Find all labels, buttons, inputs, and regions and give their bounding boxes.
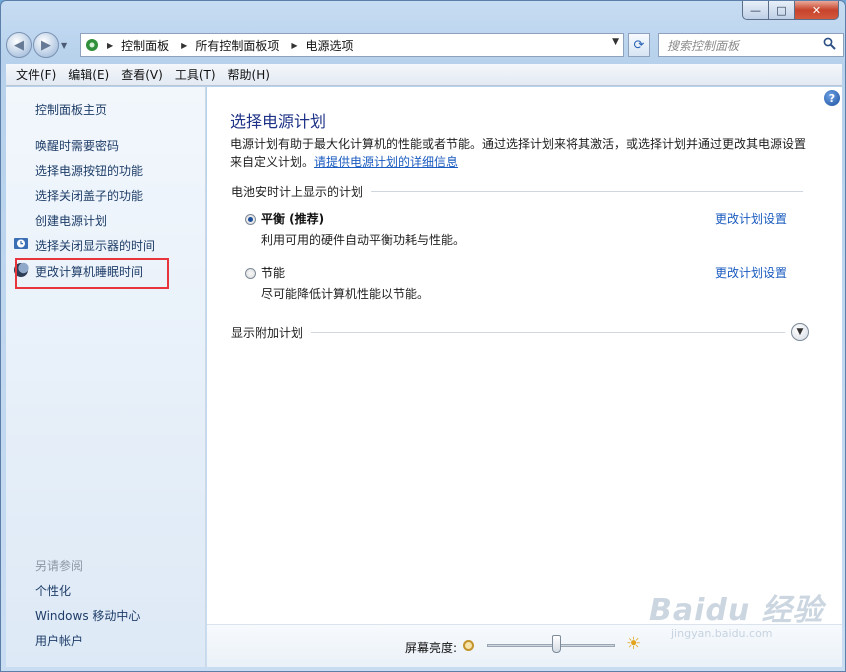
menu-edit[interactable]: 编辑(E) [62, 66, 115, 83]
brightness-bright-icon: ☀ [626, 634, 642, 654]
sidebar-item-power-button[interactable]: 选择电源按钮的功能 [35, 162, 143, 179]
forward-button[interactable]: ▶ [33, 32, 59, 58]
sidebar-item-wake-password[interactable]: 唤醒时需要密码 [35, 137, 119, 154]
battery-plans-heading: 电池安时计上显示的计划 [231, 185, 364, 199]
group-divider [371, 191, 804, 192]
group-divider [311, 332, 786, 333]
sidebar-item-lid-close[interactable]: 选择关闭盖子的功能 [35, 187, 143, 204]
close-button[interactable]: ✕ [795, 1, 839, 20]
sidebar-control-panel-home[interactable]: 控制面板主页 [35, 101, 107, 118]
plan-balanced-settings-link[interactable]: 更改计划设置 [715, 210, 787, 227]
breadcrumb-separator-icon: ▶ [107, 40, 114, 50]
sidebar-item-mobility-center[interactable]: Windows 移动中心 [35, 607, 140, 624]
brightness-slider-thumb[interactable] [551, 635, 561, 653]
highlight-annotation-box [15, 258, 169, 289]
minimize-button[interactable]: — [742, 1, 769, 20]
sidebar-item-user-accounts[interactable]: 用户帐户 [35, 632, 83, 649]
control-panel-icon [81, 37, 103, 53]
plan-balanced-radio[interactable] [245, 214, 256, 225]
brightness-dim-icon [463, 640, 474, 651]
main-content: ? 选择电源计划 电源计划有助于最大化计算机的性能或者节能。通过选择计划来将其激… [207, 87, 842, 667]
plan-power-saver-desc: 尽可能降低计算机性能以节能。 [261, 287, 430, 301]
additional-plans-heading[interactable]: 显示附加计划 [231, 324, 303, 341]
menu-bar: 文件(F) 编辑(E) 查看(V) 工具(T) 帮助(H) [6, 64, 842, 86]
expand-chevron-icon[interactable]: ▼ [791, 323, 809, 341]
breadcrumb-separator-icon: ▶ [291, 40, 298, 50]
plan-power-saver-name[interactable]: 节能 [261, 264, 285, 281]
sidebar-item-display-off[interactable]: 选择关闭显示器的时间 [35, 237, 155, 254]
page-title: 选择电源计划 [230, 112, 327, 131]
breadcrumb-separator-icon: ▶ [181, 40, 188, 50]
forward-arrow-icon: ▶ [41, 37, 51, 53]
search-icon[interactable] [823, 37, 843, 54]
menu-tools[interactable]: 工具(T) [169, 66, 222, 83]
navigation-bar: ◀ ▶ ▼ ▶ 控制面板 ▶ 所有控制面板项 ▶ 电源选项 ▼ ⟳ 搜索控制面板 [6, 28, 844, 62]
watermark-main-text: Baidu 经验 [649, 593, 824, 628]
display-clock-icon [13, 236, 29, 252]
menu-help[interactable]: 帮助(H) [222, 66, 276, 83]
back-arrow-icon: ◀ [14, 37, 24, 53]
breadcrumb-all-items[interactable]: 所有控制面板项 [195, 37, 279, 54]
see-also-heading: 另请参阅 [35, 559, 84, 573]
caption-buttons: — □ ✕ [742, 1, 839, 20]
maximize-button[interactable]: □ [769, 1, 795, 20]
plan-power-saver-settings-link[interactable]: 更改计划设置 [715, 264, 787, 281]
address-dropdown-icon[interactable]: ▼ [612, 37, 619, 47]
refresh-icon: ⟳ [633, 37, 645, 53]
breadcrumb-control-panel[interactable]: 控制面板 [121, 37, 169, 54]
breadcrumb-power-options[interactable]: 电源选项 [306, 37, 354, 54]
search-input[interactable]: 搜索控制面板 [667, 37, 823, 54]
plan-balanced-desc: 利用可用的硬件自动平衡功耗与性能。 [261, 233, 466, 247]
additional-plans-group: 显示附加计划 [231, 324, 786, 341]
sidebar-item-create-plan[interactable]: 创建电源计划 [35, 212, 107, 229]
menu-file[interactable]: 文件(F) [10, 66, 62, 83]
address-bar[interactable]: ▶ 控制面板 ▶ 所有控制面板项 ▶ 电源选项 ▼ [80, 33, 624, 57]
search-box[interactable]: 搜索控制面板 [658, 33, 844, 57]
plan-details-link[interactable]: 请提供电源计划的详细信息 [314, 155, 458, 169]
help-icon[interactable]: ? [824, 90, 840, 106]
refresh-button[interactable]: ⟳ [628, 33, 650, 57]
intro-text: 电源计划有助于最大化计算机的性能或者节能。通过选择计划来将其激活，或选择计划并通… [230, 135, 816, 171]
recent-pages-dropdown-icon[interactable]: ▼ [61, 41, 71, 50]
sidebar-item-personalization[interactable]: 个性化 [35, 582, 71, 599]
plan-power-saver-radio[interactable] [245, 268, 256, 279]
watermark-logo: Baidu 经验 jingyan.baidu.com [649, 585, 839, 665]
brightness-label: 屏幕亮度: [405, 641, 458, 655]
back-button[interactable]: ◀ [6, 32, 32, 58]
battery-plans-group: 电池安时计上显示的计划 [231, 183, 804, 200]
menu-view[interactable]: 查看(V) [115, 66, 169, 83]
task-pane: 控制面板主页 唤醒时需要密码 选择电源按钮的功能 选择关闭盖子的功能 创建电源计… [6, 87, 206, 667]
plan-balanced-name[interactable]: 平衡 (推荐) [261, 210, 324, 227]
window: — □ ✕ ◀ ▶ ▼ ▶ 控制面板 ▶ 所有控制面板项 ▶ 电源选项 ▼ ⟳ … [0, 0, 846, 672]
